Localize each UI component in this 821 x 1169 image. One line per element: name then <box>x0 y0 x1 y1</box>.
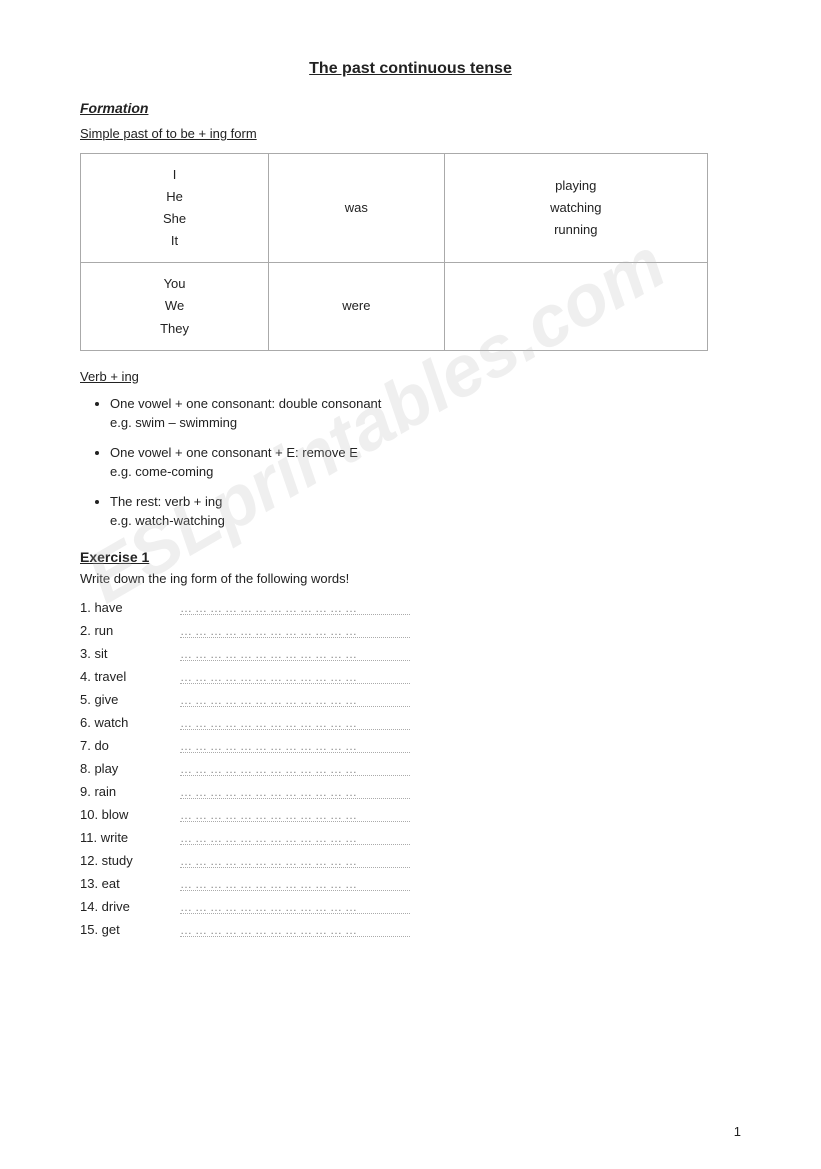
exercise-number: 5. give <box>80 692 170 707</box>
exercise-item: 11. write ……………………………… <box>80 830 741 845</box>
exercise-number: 6. watch <box>80 715 170 730</box>
exercise-number: 9. rain <box>80 784 170 799</box>
answer-line[interactable]: ……………………………… <box>180 900 410 914</box>
answer-line[interactable]: ……………………………… <box>180 923 410 937</box>
list-item: One vowel + one consonant + E: remove E … <box>110 443 741 482</box>
verb-ing-title: Verb + ing <box>80 369 741 384</box>
exercise-title: Exercise 1 <box>80 549 741 565</box>
exercise-item: 8. play ……………………………… <box>80 761 741 776</box>
answer-line[interactable]: ……………………………… <box>180 739 410 753</box>
exercise-item: 10. blow ……………………………… <box>80 807 741 822</box>
exercise-item: 13. eat ……………………………… <box>80 876 741 891</box>
rule-text-3: The rest: verb + ing <box>110 494 222 509</box>
formation-subtitle: Simple past of to be + ing form <box>80 126 741 141</box>
exercise-number: 15. get <box>80 922 170 937</box>
example-text-2: e.g. come-coming <box>110 464 213 479</box>
exercise-item: 12. study ……………………………… <box>80 853 741 868</box>
exercise-item: 14. drive ……………………………… <box>80 899 741 914</box>
rule-text-1: One vowel + one consonant: double conson… <box>110 396 381 411</box>
answer-line[interactable]: ……………………………… <box>180 624 410 638</box>
answer-line[interactable]: ……………………………… <box>180 762 410 776</box>
answer-line[interactable]: ……………………………… <box>180 716 410 730</box>
pronoun-cell-2: YouWeThey <box>81 263 269 350</box>
answer-line[interactable]: ……………………………… <box>180 877 410 891</box>
verb-ing-list: One vowel + one consonant: double conson… <box>110 394 741 531</box>
exercise-item: 5. give ……………………………… <box>80 692 741 707</box>
form-cell-2 <box>444 263 707 350</box>
table-row: IHeSheIt was playingwatchingrunning <box>81 154 708 263</box>
answer-line[interactable]: ……………………………… <box>180 808 410 822</box>
exercise-number: 4. travel <box>80 669 170 684</box>
exercise-item: 2. run ……………………………… <box>80 623 741 638</box>
page-number: 1 <box>734 1124 741 1139</box>
answer-line[interactable]: ……………………………… <box>180 647 410 661</box>
exercise-number: 13. eat <box>80 876 170 891</box>
verb-ing-section: Verb + ing One vowel + one consonant: do… <box>80 369 741 531</box>
exercise-item: 1. have ……………………………… <box>80 600 741 615</box>
exercise-number: 2. run <box>80 623 170 638</box>
exercise-number: 11. write <box>80 830 170 845</box>
exercise-item: 3. sit ……………………………… <box>80 646 741 661</box>
rule-text-2: One vowel + one consonant + E: remove E <box>110 445 358 460</box>
exercise-number: 12. study <box>80 853 170 868</box>
table-row: YouWeThey were <box>81 263 708 350</box>
example-text-1: e.g. swim – swimming <box>110 415 237 430</box>
exercise-number: 10. blow <box>80 807 170 822</box>
list-item: The rest: verb + ing e.g. watch-watching <box>110 492 741 531</box>
exercise-number: 14. drive <box>80 899 170 914</box>
exercise-number: 8. play <box>80 761 170 776</box>
exercise-instruction: Write down the ing form of the following… <box>80 571 741 586</box>
exercise-number: 7. do <box>80 738 170 753</box>
exercise-item: 4. travel ……………………………… <box>80 669 741 684</box>
verb-cell-1: was <box>269 154 445 263</box>
answer-line[interactable]: ……………………………… <box>180 854 410 868</box>
answer-line[interactable]: ……………………………… <box>180 601 410 615</box>
exercise-item: 7. do ……………………………… <box>80 738 741 753</box>
answer-line[interactable]: ……………………………… <box>180 670 410 684</box>
exercise-list: 1. have………………………………2. run………………………………3. … <box>80 600 741 937</box>
verb-cell-2: were <box>269 263 445 350</box>
pronoun-cell-1: IHeSheIt <box>81 154 269 263</box>
answer-line[interactable]: ……………………………… <box>180 785 410 799</box>
exercise-item: 15. get ……………………………… <box>80 922 741 937</box>
list-item: One vowel + one consonant: double conson… <box>110 394 741 433</box>
example-text-3: e.g. watch-watching <box>110 513 225 528</box>
page-title: The past continuous tense <box>80 60 741 78</box>
answer-line[interactable]: ……………………………… <box>180 693 410 707</box>
answer-line[interactable]: ……………………………… <box>180 831 410 845</box>
exercise-item: 9. rain ……………………………… <box>80 784 741 799</box>
exercise-number: 3. sit <box>80 646 170 661</box>
formation-label: Formation <box>80 100 741 116</box>
exercise-item: 6. watch ……………………………… <box>80 715 741 730</box>
form-cell-1: playingwatchingrunning <box>444 154 707 263</box>
exercise-number: 1. have <box>80 600 170 615</box>
conjugation-table: IHeSheIt was playingwatchingrunning YouW… <box>80 153 708 351</box>
